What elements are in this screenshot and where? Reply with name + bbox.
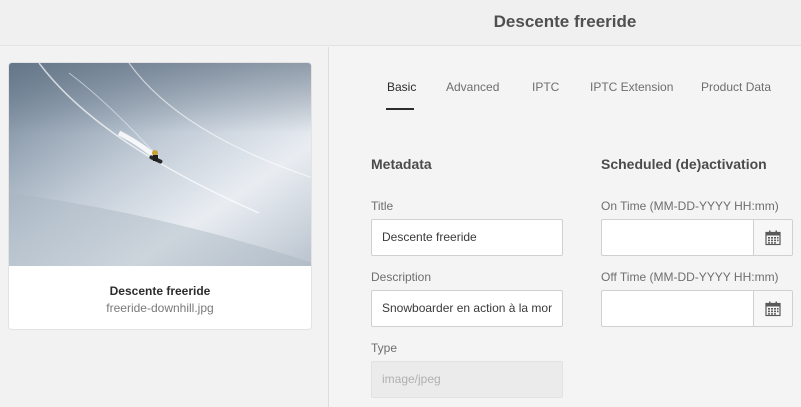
scheduled-activation-heading: Scheduled (de)activation (601, 156, 767, 172)
tab-iptc[interactable]: IPTC (532, 80, 559, 94)
off-time-input[interactable] (601, 290, 754, 327)
on-time-input[interactable] (601, 219, 754, 256)
asset-thumbnail (9, 63, 311, 266)
type-field: image/jpeg (371, 361, 563, 398)
title-field[interactable]: Descente freeride (371, 219, 563, 256)
asset-card[interactable]: Descente freeride freeride-downhill.jpg (8, 62, 312, 330)
calendar-icon (765, 230, 781, 245)
on-time-calendar-button[interactable] (753, 219, 793, 256)
tab-basic[interactable]: Basic (387, 80, 416, 94)
on-time-label: On Time (MM-DD-YYYY HH:mm) (601, 199, 779, 213)
calendar-icon (765, 301, 781, 316)
active-tab-indicator (386, 108, 414, 110)
asset-filename: freeride-downhill.jpg (106, 301, 214, 315)
description-field[interactable]: Snowboarder en action à la mor (371, 290, 563, 327)
type-label: Type (371, 341, 398, 355)
metadata-heading: Metadata (371, 156, 432, 172)
asset-title: Descente freeride (109, 284, 211, 298)
title-bar: Descente freeride (0, 0, 801, 46)
off-time-label: Off Time (MM-DD-YYYY HH:mm) (601, 270, 779, 284)
tab-product-data[interactable]: Product Data (701, 80, 771, 94)
tab-advanced[interactable]: Advanced (446, 80, 499, 94)
page-title: Descente freeride (493, 12, 637, 31)
description-label: Description (371, 270, 432, 284)
snowboarder-photo-icon (9, 63, 311, 266)
tab-iptc-extension[interactable]: IPTC Extension (590, 80, 673, 94)
title-label: Title (371, 199, 394, 213)
off-time-calendar-button[interactable] (753, 290, 793, 327)
